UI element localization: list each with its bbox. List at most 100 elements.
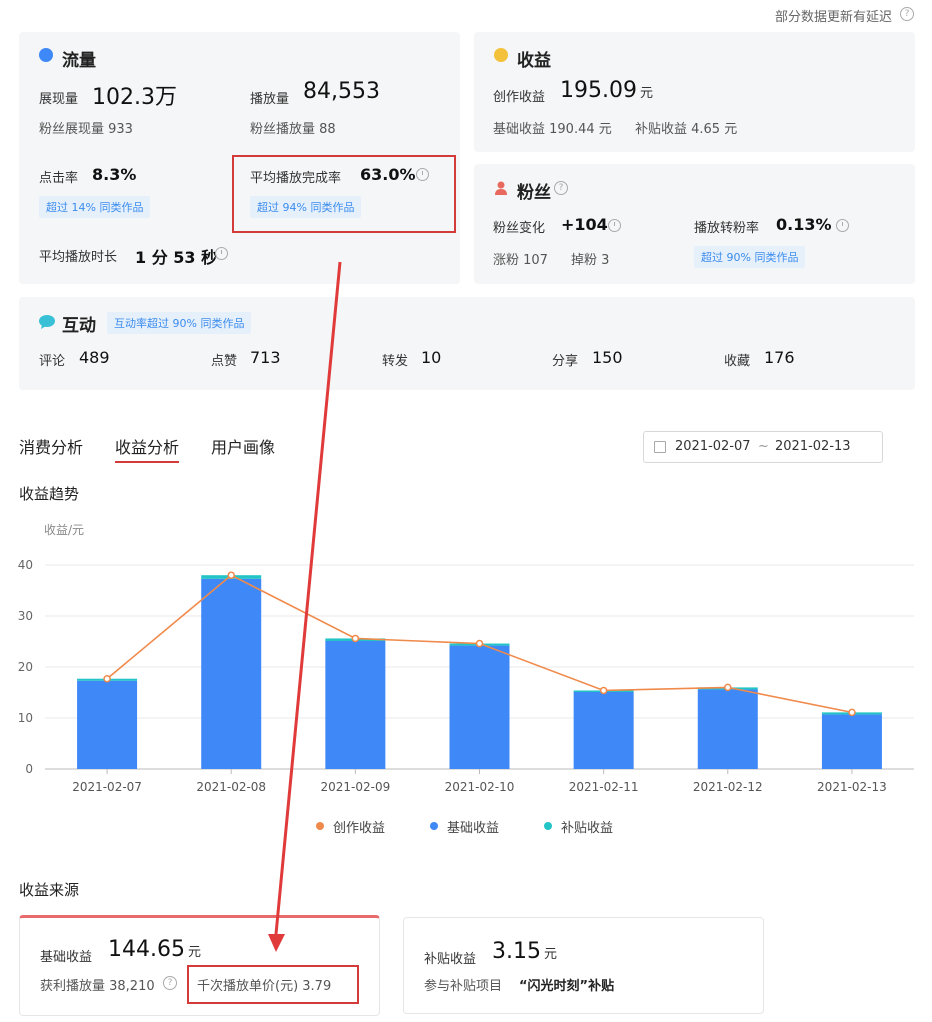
legend-dot-subsidy bbox=[544, 822, 552, 830]
bar-base-revenue bbox=[697, 689, 758, 769]
date-range-picker[interactable]: 2021-02-07 ~ 2021-02-13 bbox=[643, 431, 883, 463]
duration-label: 平均播放时长 bbox=[39, 250, 118, 265]
tab-revenue[interactable]: 收益分析 bbox=[115, 434, 179, 458]
base-revenue: 基础收益 190.44 元 bbox=[493, 122, 612, 137]
date-end: 2021-02-13 bbox=[775, 439, 851, 454]
x-tick-label: 2021-02-12 bbox=[693, 780, 763, 794]
likes-value: 713 bbox=[250, 348, 281, 367]
date-sep: ~ bbox=[758, 439, 769, 454]
creation-value: 195.09 bbox=[560, 78, 637, 103]
shares-label: 分享 bbox=[552, 354, 579, 369]
plays-value: 84,553 bbox=[303, 79, 380, 104]
calendar-icon bbox=[654, 441, 666, 453]
highlight-box bbox=[232, 155, 456, 233]
history-icon[interactable] bbox=[608, 219, 621, 232]
reposts-value: 10 bbox=[421, 348, 442, 367]
source-base-value: 144.65 bbox=[108, 937, 185, 962]
source-base-label: 基础收益 bbox=[40, 950, 93, 965]
fans-card: 粉丝 ? 粉丝变化 +104 播放转粉率 0.13% 涨粉 107 掉粉 3 超… bbox=[474, 164, 915, 284]
likes-label: 点赞 bbox=[211, 354, 238, 369]
subsidy-project-name: “闪光时刻”补贴 bbox=[519, 979, 615, 994]
favorites-value: 176 bbox=[764, 348, 795, 367]
source-subsidy-value-wrap: 3.15 元 bbox=[492, 939, 557, 964]
creation-revenue-point bbox=[475, 639, 484, 648]
interaction-title: 互动 bbox=[62, 316, 96, 336]
y-axis-label: 收益/元 bbox=[44, 523, 84, 537]
person-icon bbox=[495, 180, 507, 195]
highlight-box bbox=[187, 965, 359, 1004]
y-tick-label: 30 bbox=[18, 609, 33, 623]
legend-label[interactable]: 补贴收益 bbox=[561, 817, 613, 836]
comments-value: 489 bbox=[79, 348, 110, 367]
plays-label: 播放量 bbox=[250, 92, 290, 107]
creation-label: 创作收益 bbox=[493, 90, 546, 105]
source-base-unit: 元 bbox=[187, 945, 201, 960]
help-icon[interactable]: ? bbox=[554, 181, 568, 195]
favorites-label: 收藏 bbox=[724, 354, 751, 369]
x-tick-label: 2021-02-13 bbox=[817, 780, 887, 794]
traffic-icon bbox=[39, 48, 53, 62]
history-icon[interactable] bbox=[836, 219, 849, 232]
history-icon[interactable] bbox=[215, 247, 228, 260]
fan-change-value: +104 bbox=[561, 215, 608, 234]
bar-base-revenue bbox=[449, 645, 510, 769]
bar-base-revenue bbox=[325, 640, 386, 769]
x-tick-label: 2021-02-08 bbox=[196, 780, 266, 794]
legend-label[interactable]: 基础收益 bbox=[447, 817, 499, 836]
fan-plays: 粉丝播放量 88 bbox=[250, 122, 336, 137]
impressions-label: 展现量 bbox=[39, 92, 79, 107]
revenue-card: 收益 创作收益 195.09 元 基础收益 190.44 元 补贴收益 4.65 … bbox=[474, 32, 915, 152]
date-start: 2021-02-07 bbox=[675, 439, 751, 454]
legend-dot-base bbox=[430, 822, 438, 830]
creation-value-wrap: 195.09 元 bbox=[560, 78, 653, 103]
conv-tag: 超过 90% 同类作品 bbox=[694, 246, 806, 268]
revenue-trend-chart: 收益/元 0 10 20 30 40 2021-02-07 2021-02-08 2021-02… bbox=[18, 523, 914, 794]
y-tick-label: 10 bbox=[18, 711, 33, 725]
creation-revenue-point bbox=[724, 683, 732, 692]
help-icon[interactable]: ? bbox=[900, 7, 914, 21]
data-delay-note: 部分数据更新有延迟 bbox=[774, 10, 892, 25]
source-base-value-wrap: 144.65 元 bbox=[108, 937, 201, 962]
x-tick-label: 2021-02-11 bbox=[569, 780, 639, 794]
x-tick-label: 2021-02-07 bbox=[72, 780, 142, 794]
revenue-title: 收益 bbox=[517, 51, 551, 71]
trend-title: 收益趋势 bbox=[19, 485, 80, 503]
chat-icon bbox=[39, 314, 55, 333]
active-tab-underline bbox=[115, 461, 179, 463]
bar-base-revenue bbox=[77, 680, 138, 769]
chart-legend: 创作收益 基础收益 补贴收益 bbox=[0, 816, 932, 836]
creation-revenue-point bbox=[599, 686, 608, 695]
subsidy-revenue-card: 补贴收益 3.15 元 参与补贴项目 “闪光时刻”补贴 bbox=[403, 917, 764, 1014]
traffic-title: 流量 bbox=[62, 51, 96, 71]
bar-base-revenue bbox=[201, 578, 262, 769]
subsidy-project-prefix: 参与补贴项目 bbox=[424, 979, 503, 994]
comments-label: 评论 bbox=[39, 354, 66, 369]
x-tick-label: 2021-02-09 bbox=[320, 780, 390, 794]
shares-value: 150 bbox=[592, 348, 623, 367]
y-tick-label: 0 bbox=[25, 762, 33, 776]
y-tick-label: 20 bbox=[18, 660, 33, 674]
legend-label[interactable]: 创作收益 bbox=[333, 817, 385, 836]
tab-consumption[interactable]: 消费分析 bbox=[19, 434, 83, 458]
fan-impressions: 粉丝展现量 933 bbox=[39, 122, 133, 137]
source-subsidy-value: 3.15 bbox=[492, 939, 541, 964]
duration-value: 1 分 53 秒 bbox=[135, 248, 218, 267]
interaction-tag: 互动率超过 90% 同类作品 bbox=[107, 312, 252, 334]
ctr-value: 8.3% bbox=[92, 165, 137, 184]
creation-revenue-point bbox=[227, 571, 235, 579]
creation-revenue-point bbox=[103, 674, 111, 683]
impressions-value: 102.3万 bbox=[92, 85, 177, 110]
help-icon[interactable]: ? bbox=[163, 976, 177, 990]
coin-icon bbox=[494, 48, 508, 62]
fans-title: 粉丝 bbox=[517, 183, 551, 203]
source-subsidy-label: 补贴收益 bbox=[424, 952, 477, 967]
source-subsidy-unit: 元 bbox=[543, 947, 557, 962]
bar-base-revenue bbox=[821, 714, 882, 769]
profit-plays: 获利播放量 38,210 bbox=[40, 979, 155, 994]
bar-base-revenue bbox=[573, 691, 634, 769]
interaction-card: 互动 互动率超过 90% 同类作品 评论 489 点赞 713 转发 10 分享… bbox=[19, 297, 915, 390]
conv-label: 播放转粉率 bbox=[694, 221, 760, 236]
reposts-label: 转发 bbox=[382, 354, 409, 369]
fans-gain: 涨粉 107 bbox=[493, 253, 548, 268]
tab-user-profile[interactable]: 用户画像 bbox=[211, 434, 275, 458]
